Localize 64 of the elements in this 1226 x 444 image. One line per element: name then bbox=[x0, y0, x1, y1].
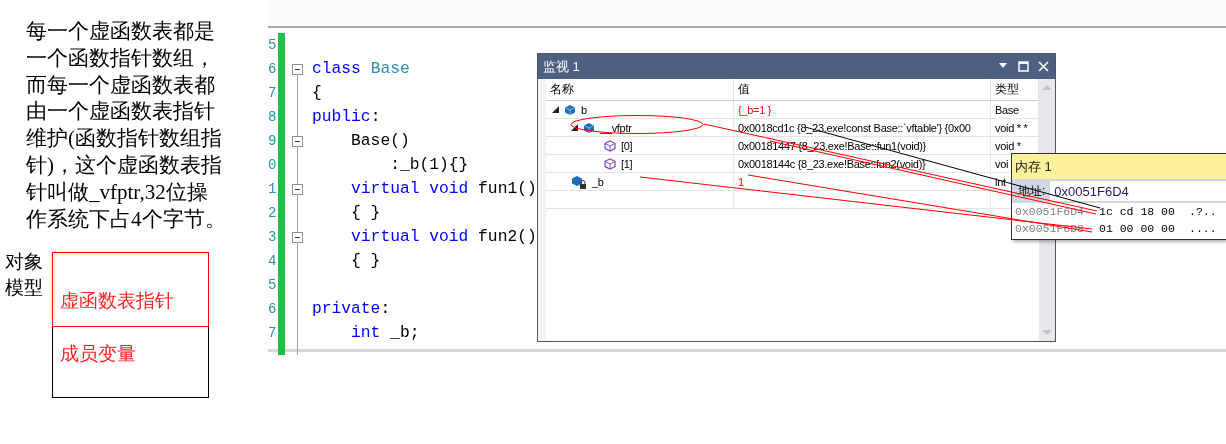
memory-bytes: 1c cd 18 00 bbox=[1099, 205, 1176, 218]
line-number: 7 bbox=[268, 324, 277, 343]
line-number: 7 bbox=[268, 84, 277, 103]
line-number: 2 bbox=[268, 204, 277, 223]
collapse-icon[interactable] bbox=[292, 135, 303, 147]
variable-name: _b bbox=[592, 175, 604, 188]
maximize-icon[interactable] bbox=[1018, 61, 1029, 72]
window-title: 监视 1 bbox=[543, 57, 580, 76]
line-number: 5 bbox=[268, 276, 277, 295]
variable-type: void * * bbox=[995, 121, 1028, 134]
cube-outline-icon bbox=[604, 139, 616, 152]
address-field[interactable]: 0x0051F6D4 bbox=[1050, 181, 1226, 201]
code-line: :_b(1){} bbox=[389, 154, 469, 176]
variable-type: Base bbox=[995, 103, 1019, 116]
code-line: class Base bbox=[312, 58, 410, 80]
line-number: 6 bbox=[268, 60, 277, 79]
code-line: public: bbox=[312, 106, 381, 128]
memory-address: 0x0051F6D4 bbox=[1015, 205, 1085, 218]
object-slot: 虚函数表指针 bbox=[52, 252, 209, 327]
cube-icon bbox=[564, 103, 576, 116]
variable-name: b bbox=[581, 103, 587, 116]
column-header[interactable]: 值 bbox=[734, 79, 991, 100]
collapse-icon[interactable] bbox=[292, 231, 303, 243]
code-line: { bbox=[312, 82, 322, 104]
line-number: 1 bbox=[268, 180, 277, 199]
collapse-icon[interactable] bbox=[292, 63, 303, 75]
object-slot: 成员变量 bbox=[52, 327, 209, 398]
line-number: 0 bbox=[268, 156, 277, 175]
code-line: Base() bbox=[350, 130, 410, 152]
variable-name: [1] bbox=[621, 157, 633, 170]
code-line: { } bbox=[350, 202, 381, 224]
scroll-up-icon bbox=[1041, 83, 1053, 92]
code-line: private: bbox=[312, 298, 391, 320]
cube-lock-icon bbox=[571, 174, 587, 189]
variable-value: 1 bbox=[738, 175, 744, 188]
line-number: 5 bbox=[268, 36, 277, 55]
line-number: 3 bbox=[268, 228, 277, 247]
close-icon[interactable] bbox=[1038, 61, 1049, 72]
column-header[interactable]: 名称 bbox=[546, 79, 734, 100]
cube-outline-icon bbox=[604, 157, 616, 170]
scroll-down-icon bbox=[1041, 328, 1053, 337]
memory-address: 0x0051F6D8 bbox=[1015, 222, 1085, 235]
variable-type: void * bbox=[995, 139, 1021, 152]
variable-name: __vfptr bbox=[600, 121, 632, 134]
code-line: virtual void fun2() bbox=[350, 226, 537, 248]
cube-icon bbox=[583, 121, 595, 134]
object-model-label: 对象模型 bbox=[5, 250, 43, 300]
variable-value: 0x0018cd1c {8_23.exe!const Base::`vftable'} {0x00 bbox=[738, 121, 971, 134]
collapse-icon[interactable] bbox=[292, 183, 303, 195]
window-title: 内存 1 bbox=[1015, 159, 1052, 174]
explanation-paragraph: 每一个虚函数表都是一个函数指针数组，而每一个虚函数表都由一个虚函数表指针维护(函数指针数组指针)，这个虚函数表指针叫做_vfptr,32位操作系统下占4个字节。 bbox=[26, 18, 226, 233]
line-number: 9 bbox=[268, 132, 277, 151]
memory-chars: .?.. bbox=[1189, 205, 1217, 218]
variable-value: {_b=1 } bbox=[738, 103, 772, 116]
variable-name: [0] bbox=[621, 139, 633, 152]
memory-chars: .... bbox=[1189, 222, 1217, 235]
code-line: int _b; bbox=[350, 322, 420, 344]
line-number: 6 bbox=[268, 300, 277, 319]
code-line: { } bbox=[350, 250, 381, 272]
variable-type: voi bbox=[995, 157, 1009, 170]
code-line: virtual void fun1() bbox=[350, 178, 537, 200]
line-number: 8 bbox=[268, 108, 277, 127]
memory-bytes: 01 00 00 00 bbox=[1099, 222, 1176, 235]
line-number: 4 bbox=[268, 252, 277, 271]
